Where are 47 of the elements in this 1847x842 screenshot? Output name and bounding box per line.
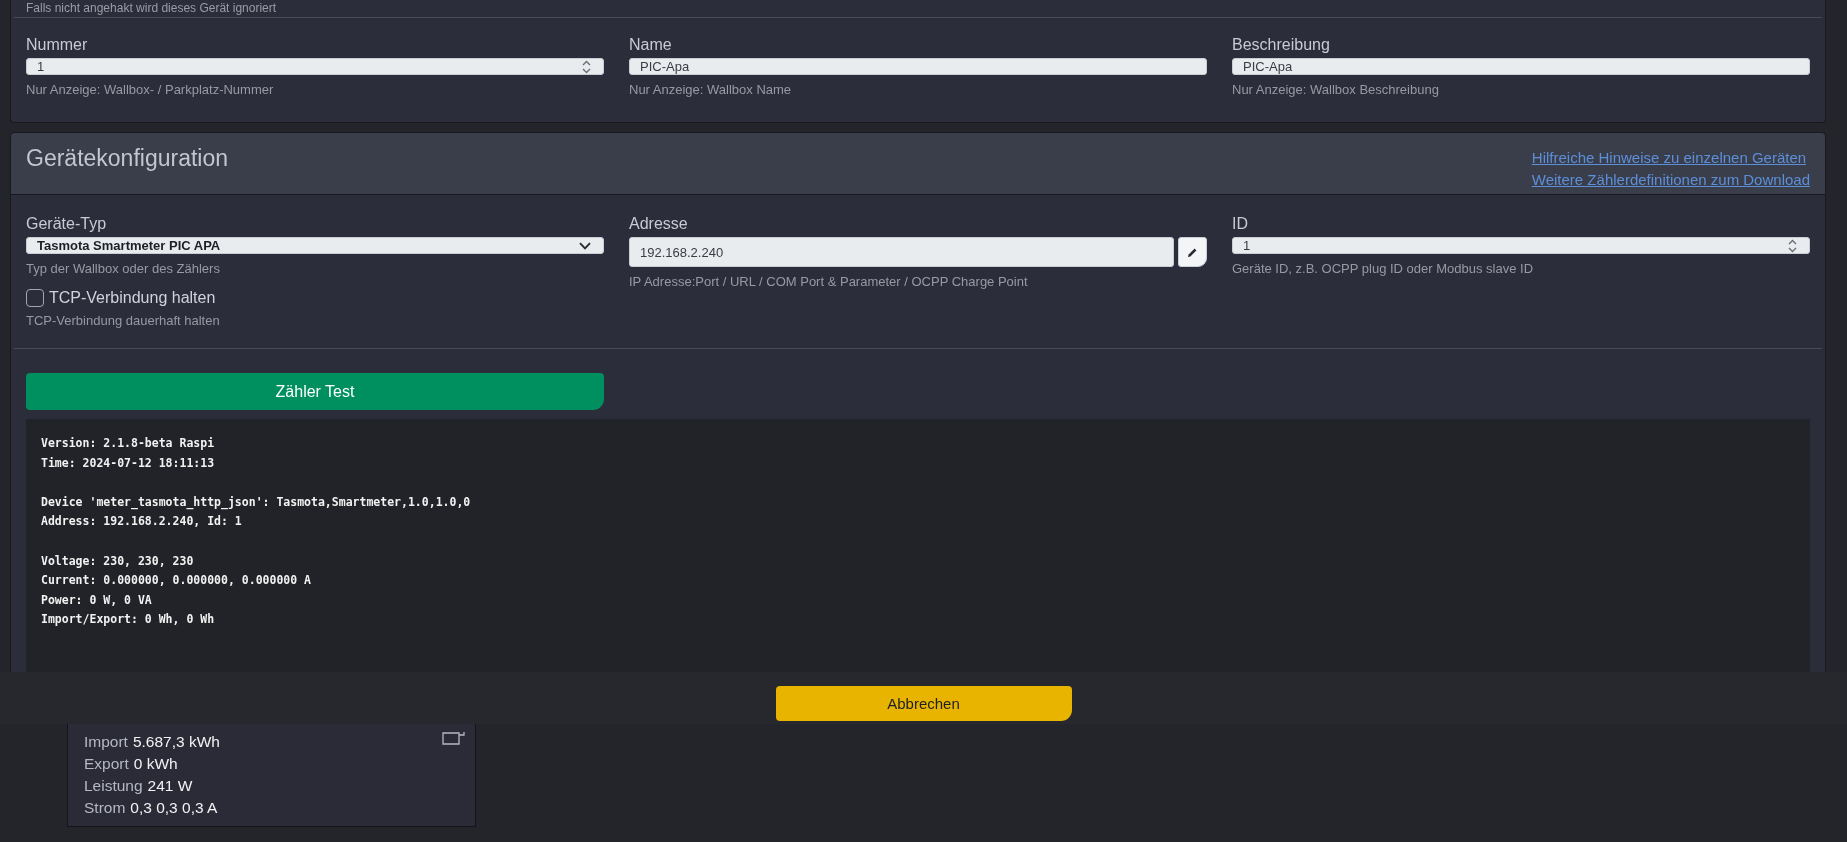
meter-value: 241 W — [147, 776, 193, 796]
meter-label: Import — [84, 732, 128, 752]
meter-value: 0,3 0,3 0,3 A — [130, 798, 218, 818]
field-label: Beschreibung — [1232, 35, 1331, 55]
text-field[interactable]: PIC-Apa — [629, 58, 1207, 75]
field-label: Name — [629, 35, 673, 55]
text-field[interactable]: PIC-Apa — [1232, 58, 1810, 75]
console-line: Voltage: 230, 230, 230 — [41, 552, 195, 570]
spinner-icon[interactable] — [582, 59, 591, 74]
console-line: Time: 2024-07-12 18:11:13 — [41, 454, 216, 472]
window-icon[interactable] — [442, 731, 466, 745]
console-line: Import/Export: 0 Wh, 0 Wh — [41, 611, 216, 629]
help-text: Typ der Wallbox oder des Zählers — [26, 261, 221, 277]
help-text: IP Adresse:Port / URL / COM Port & Parameter / OCPP Charge Point — [629, 274, 1029, 290]
field-label: ID — [1232, 214, 1249, 234]
console-line: Current: 0.000000, 0.000000, 0.000000 A — [41, 572, 313, 590]
meter-value: 5.687,3 kWh — [132, 732, 220, 752]
meter-label: Leistung — [84, 776, 143, 796]
meter-value: 0 kWh — [133, 754, 178, 774]
checkbox-label: TCP-Verbindung halten — [49, 288, 216, 308]
help-text: TCP-Verbindung dauerhaft halten — [26, 313, 221, 329]
help-text: Geräte ID, z.B. OCPP plug ID oder Modbus slave ID — [1232, 261, 1535, 277]
spinner-icon[interactable] — [1788, 238, 1797, 253]
edit-button[interactable] — [1178, 237, 1207, 267]
test-button[interactable]: Zähler Test — [26, 373, 604, 410]
console-line: Address: 192.168.2.240, Id: 1 — [41, 513, 243, 531]
pencil-icon — [1187, 246, 1198, 258]
help-text: Nur Anzeige: Wallbox Name — [629, 82, 793, 98]
help-text: Nur Anzeige: Wallbox Beschreibung — [1232, 82, 1440, 98]
help-text: Nur Anzeige: Wallbox- / Parkplatz-Nummer — [26, 82, 275, 98]
meter-label: Strom — [84, 798, 126, 818]
console-line: Version: 2.1.8-beta Raspi — [41, 435, 216, 452]
panel-title: Gerätekonfiguration — [26, 147, 228, 169]
field-label: Adresse — [629, 214, 689, 234]
note-text: Falls nicht angehakt wird dieses Gerät ignoriert — [26, 1, 278, 16]
text-field[interactable]: 192.168.2.240 — [629, 237, 1174, 267]
meter-label: Export — [84, 754, 129, 774]
cancel-button[interactable]: Abbrechen — [775, 686, 1072, 721]
console-line: Device 'meter_tasmota_http_json': Tasmota,Smartmeter,1.0,1.0,0 — [41, 493, 472, 512]
select-dropdown[interactable]: Tasmota Smartmeter PIC APA — [26, 237, 604, 254]
chevron-down-icon[interactable] — [579, 241, 591, 250]
field-label: Geräte-Typ — [26, 214, 108, 234]
console-line: Power: 0 W, 0 VA — [41, 591, 153, 609]
number-field[interactable]: 1 — [1232, 237, 1810, 254]
number-field[interactable]: 1 — [26, 58, 604, 75]
field-label: Nummer — [26, 35, 89, 55]
checkbox[interactable] — [26, 289, 44, 307]
